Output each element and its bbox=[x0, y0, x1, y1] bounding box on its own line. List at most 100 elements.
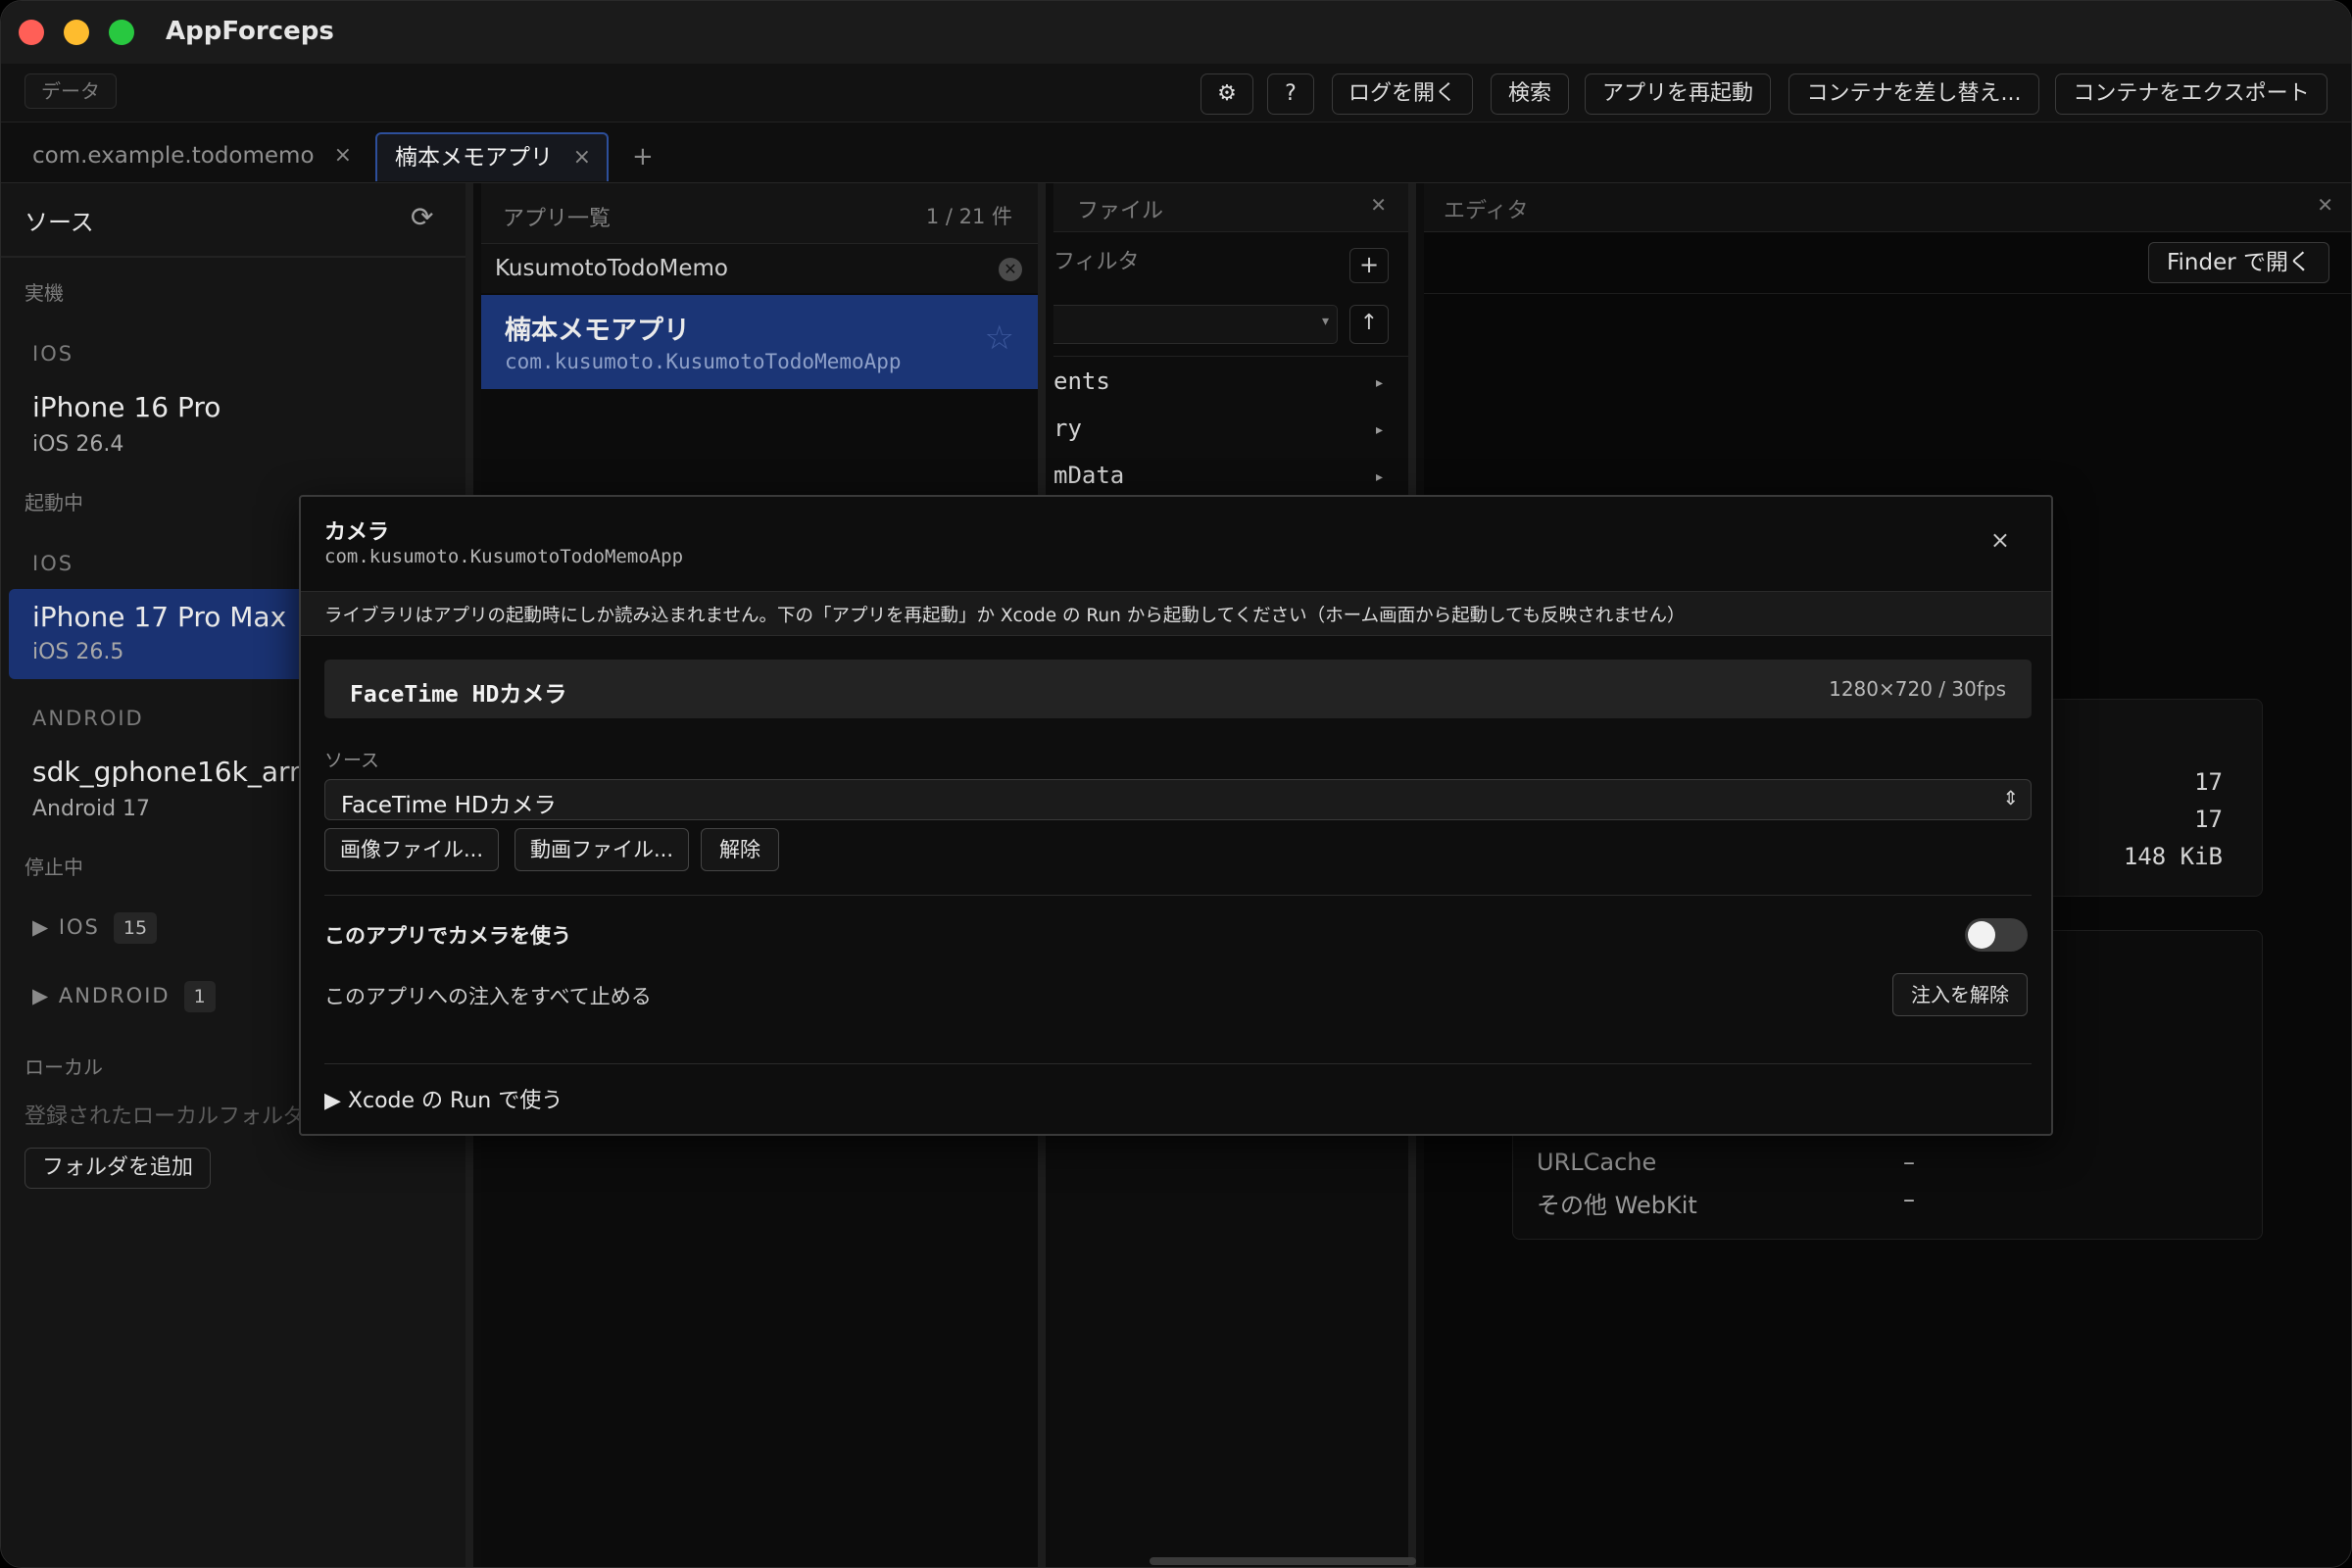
section-local: ローカル bbox=[24, 1055, 103, 1079]
disclosure-triangle-icon: ▶ bbox=[32, 984, 59, 1007]
divider bbox=[324, 895, 2032, 896]
files-title: ファイル bbox=[1077, 199, 1164, 223]
title-bar: AppForceps bbox=[1, 1, 2351, 64]
app-window: AppForceps データ ⚙ ? ログを開く 検索 アプリを再起動 コンテナ… bbox=[0, 0, 2352, 1568]
settings-button[interactable]: ⚙ bbox=[1200, 74, 1253, 115]
editor-title: エディタ bbox=[1444, 199, 1529, 223]
camera-name: FaceTime HDカメラ bbox=[350, 682, 567, 708]
device-name: iPhone 17 Pro Max bbox=[32, 601, 287, 633]
app-list-title: アプリ一覧 bbox=[503, 207, 612, 231]
platform-ios-label: IOS bbox=[32, 552, 74, 575]
group-label: ANDROID bbox=[58, 984, 171, 1007]
disclosure-triangle-icon: ▶ bbox=[32, 915, 59, 939]
camera-resolution: 1280×720 / 30fps bbox=[1829, 677, 2006, 701]
cache-value: – bbox=[1903, 1186, 1915, 1213]
use-camera-label: このアプリでカメラを使う bbox=[324, 924, 571, 948]
device-os: iOS 26.4 bbox=[32, 432, 124, 457]
search-button[interactable]: 検索 bbox=[1491, 74, 1569, 115]
stat-value: 17 bbox=[2194, 768, 2223, 796]
section-real-device: 実機 bbox=[24, 281, 64, 305]
list-item[interactable]: 楠本メモアプリ com.kusumoto.KusumotoTodoMemoApp… bbox=[481, 295, 1038, 389]
device-name: sdk_gphone16k_arm bbox=[32, 756, 317, 788]
star-icon[interactable]: ☆ bbox=[985, 318, 1014, 358]
stat-value: 17 bbox=[2194, 806, 2223, 833]
add-tab-button[interactable]: + bbox=[632, 142, 654, 172]
restart-app-button[interactable]: アプリを再起動 bbox=[1585, 74, 1771, 115]
dialog-subtitle: com.kusumoto.KusumotoTodoMemoApp bbox=[324, 546, 684, 567]
camera-dialog: カメラ com.kusumoto.KusumotoTodoMemoApp × ラ… bbox=[299, 495, 2053, 1136]
close-icon[interactable]: ✕ bbox=[1370, 193, 1387, 217]
section-stopped: 停止中 bbox=[24, 856, 83, 879]
data-label[interactable]: データ bbox=[24, 74, 117, 109]
export-container-button[interactable]: コンテナをエクスポート bbox=[2055, 74, 2328, 115]
app-name: 楠本メモアプリ bbox=[505, 316, 690, 346]
files-header: ファイル ✕ bbox=[1054, 183, 1408, 232]
file-name: ry bbox=[1054, 415, 1082, 442]
stop-injection-label: このアプリへの注入をすべて止める bbox=[324, 985, 652, 1008]
cache-value: – bbox=[1903, 1149, 1915, 1176]
close-icon[interactable]: × bbox=[334, 132, 352, 179]
search-value: KusumotoTodoMemo bbox=[495, 256, 728, 281]
divider bbox=[1054, 356, 1408, 357]
device-name: iPhone 16 Pro bbox=[32, 391, 221, 423]
tab-label: 楠本メモアプリ bbox=[395, 145, 553, 171]
chevron-right-icon: ▸ bbox=[1375, 375, 1383, 391]
add-folder-button[interactable]: フォルダを追加 bbox=[24, 1148, 211, 1189]
image-file-button[interactable]: 画像ファイル... bbox=[324, 828, 499, 871]
chevron-down-icon: ▾ bbox=[1321, 314, 1329, 329]
video-file-button[interactable]: 動画ファイル... bbox=[514, 828, 689, 871]
chevron-right-icon: ▸ bbox=[1375, 422, 1383, 438]
open-log-button[interactable]: ログを開く bbox=[1332, 74, 1473, 115]
gear-icon: ⚙ bbox=[1217, 81, 1237, 106]
app-list-header: アプリ一覧 1 / 21 件 bbox=[481, 183, 1038, 244]
app-title: AppForceps bbox=[166, 17, 334, 46]
file-filter-input[interactable]: フィルタ bbox=[1054, 244, 1140, 275]
use-camera-toggle[interactable] bbox=[1965, 918, 2028, 952]
chevron-updown-icon: ⇕ bbox=[2002, 786, 2019, 809]
xcode-run-disclosure[interactable]: ▶ Xcode の Run で使う bbox=[324, 1083, 563, 1114]
refresh-icon[interactable]: ⟳ bbox=[411, 201, 433, 233]
app-search-input[interactable]: KusumotoTodoMemo ✕ bbox=[481, 244, 1038, 293]
stopped-ios-group[interactable]: ▶ IOS 15 bbox=[32, 912, 158, 944]
app-list-count: 1 / 21 件 bbox=[925, 205, 1012, 228]
toggle-knob bbox=[1968, 921, 1995, 949]
source-select[interactable]: FaceTime HDカメラ ⇕ bbox=[324, 779, 2032, 820]
directory-select[interactable]: ▾ bbox=[1054, 305, 1338, 344]
current-camera-bar: FaceTime HDカメラ 1280×720 / 30fps bbox=[324, 660, 2032, 718]
stopped-android-group[interactable]: ▶ ANDROID 1 bbox=[32, 981, 216, 1012]
up-arrow-icon[interactable]: ↑ bbox=[1349, 305, 1389, 344]
horizontal-scrollbar[interactable] bbox=[1150, 1557, 1416, 1565]
close-icon[interactable]: × bbox=[573, 134, 591, 181]
device-os: iOS 26.5 bbox=[32, 640, 124, 664]
close-icon[interactable]: × bbox=[1990, 526, 2010, 554]
close-icon[interactable]: ✕ bbox=[2317, 193, 2333, 217]
notice-text: ライブラリはアプリの起動時にしか読み込まれません。下の「アプリを再起動」か Xc… bbox=[324, 606, 1686, 626]
clear-source-button[interactable]: 解除 bbox=[701, 828, 779, 871]
remove-injection-button[interactable]: 注入を解除 bbox=[1892, 973, 2028, 1016]
tab-bar: com.example.todomemo × 楠本メモアプリ × + bbox=[1, 122, 2351, 183]
tab-todomemo[interactable]: com.example.todomemo × bbox=[15, 132, 368, 181]
source-selected-value: FaceTime HDカメラ bbox=[341, 793, 557, 818]
replace-container-button[interactable]: コンテナを差し替え... bbox=[1788, 74, 2039, 115]
editor-header: エディタ ✕ bbox=[1424, 183, 2351, 232]
file-name: ents bbox=[1054, 368, 1110, 395]
clear-search-icon[interactable]: ✕ bbox=[999, 258, 1022, 281]
cache-label: その他 WebKit bbox=[1537, 1192, 1697, 1219]
tab-kusumoto-memo[interactable]: 楠本メモアプリ × bbox=[375, 132, 609, 181]
help-button[interactable]: ? bbox=[1267, 74, 1314, 115]
count-badge: 1 bbox=[183, 981, 216, 1012]
add-icon[interactable]: + bbox=[1349, 248, 1389, 283]
chevron-right-icon: ▸ bbox=[1375, 469, 1383, 485]
divider bbox=[324, 1063, 2032, 1064]
minimize-window-button[interactable] bbox=[64, 20, 89, 45]
close-window-button[interactable] bbox=[19, 20, 44, 45]
zoom-window-button[interactable] bbox=[109, 20, 134, 45]
open-in-finder-button[interactable]: Finder で開く bbox=[2147, 242, 2329, 283]
device-os: Android 17 bbox=[32, 797, 151, 821]
cache-label: URLCache bbox=[1537, 1149, 1657, 1176]
toolbar: データ ⚙ ? ログを開く 検索 アプリを再起動 コンテナを差し替え... コン… bbox=[1, 64, 2351, 122]
sidebar-title: ソース bbox=[24, 209, 94, 236]
count-badge: 15 bbox=[113, 912, 158, 944]
divider bbox=[1, 256, 466, 258]
notice-banner: ライブラリはアプリの起動時にしか読み込まれません。下の「アプリを再起動」か Xc… bbox=[301, 591, 2051, 636]
